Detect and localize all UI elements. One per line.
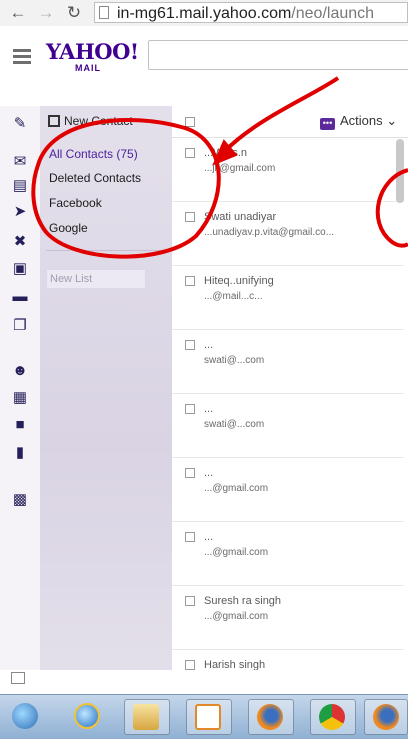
contact-name: Suresh ra singh xyxy=(204,595,282,607)
new-contact-label: New Contact xyxy=(64,114,133,128)
copy-icon[interactable]: ❐ xyxy=(12,318,28,334)
contact-name: Hiteq..unifying xyxy=(204,275,274,287)
contact-list: ••• Actions ⌄ ...Wats.n ...jk@gmail.com Sw… xyxy=(172,106,408,670)
contact-checkbox[interactable] xyxy=(185,148,195,158)
folder-all-contacts[interactable]: All Contacts (75) xyxy=(49,146,138,162)
file-explorer-icon[interactable] xyxy=(124,699,170,735)
contact-name: ...Wats.n xyxy=(204,147,247,159)
folder-icon[interactable]: ▬ xyxy=(12,289,28,305)
list-header: ••• Actions ⌄ xyxy=(172,106,408,138)
reload-icon[interactable]: ↻ xyxy=(64,3,84,23)
contact-name: ... xyxy=(204,467,214,479)
contact-email: ...@mail...c... xyxy=(204,291,263,302)
firefox-icon[interactable] xyxy=(364,699,408,735)
contact-checkbox[interactable] xyxy=(185,468,195,478)
contacts-folder-panel: New Contact All Contacts (75) Deleted Co… xyxy=(40,106,172,670)
contact-row[interactable]: ... ...@gmail.com xyxy=(172,522,404,586)
contact-checkbox[interactable] xyxy=(185,212,195,222)
back-arrow-icon[interactable]: ← xyxy=(8,3,28,23)
contact-name: ... xyxy=(204,339,214,351)
contact-row[interactable]: ... swati@...com xyxy=(172,394,404,458)
actions-button[interactable]: ••• Actions ⌄ xyxy=(320,113,398,130)
send-icon[interactable]: ➤ xyxy=(12,204,28,220)
contact-row[interactable]: ... ...@gmail.com xyxy=(172,458,404,522)
folder-facebook[interactable]: Facebook xyxy=(49,195,102,211)
contact-row[interactable]: ... swati@...com xyxy=(172,330,404,394)
chrome-icon[interactable] xyxy=(310,699,356,735)
contact-email: swati@...com xyxy=(204,355,265,366)
page-icon xyxy=(99,6,109,19)
url-path: /neo/launch xyxy=(291,5,375,22)
compose-icon[interactable]: ✎ xyxy=(12,116,28,132)
new-list-input[interactable]: New List xyxy=(46,269,146,289)
mail-icon[interactable]: ✉ xyxy=(12,154,28,170)
address-bar[interactable]: in-mg61.mail.yahoo.com/neo/launch xyxy=(94,2,408,23)
contact-row[interactable]: ...Wats.n ...jk@gmail.com xyxy=(172,138,404,202)
windows-taskbar xyxy=(0,694,408,739)
contact-name: Swati unadiyar xyxy=(204,211,277,223)
contact-row[interactable]: Harish singh xyxy=(172,650,404,670)
hamburger-menu-icon[interactable] xyxy=(13,49,31,67)
messenger-icon[interactable]: ▩ xyxy=(12,492,28,508)
new-contact-button[interactable]: New Contact xyxy=(48,113,133,129)
logo-sub: MAIL xyxy=(75,63,101,73)
calendar-icon[interactable]: ▦ xyxy=(12,390,28,406)
blocked-icon[interactable]: ✖ xyxy=(12,234,28,250)
contact-checkbox[interactable] xyxy=(185,340,195,350)
browser-toolbar: ← → ↻ in-mg61.mail.yahoo.com/neo/launch xyxy=(0,0,408,27)
folder-google[interactable]: Google xyxy=(49,220,88,236)
contact-name: ... xyxy=(204,403,214,415)
contact-checkbox[interactable] xyxy=(185,660,195,670)
url-text: in-mg61.mail.yahoo.com/neo/launch xyxy=(117,3,374,24)
app-icon-bar: ✎ ✉ ▤ ➤ ✖ ▣ ▬ ❐ ☻ ▦ ■ ▮ ▩ xyxy=(0,106,40,670)
divider xyxy=(46,250,166,251)
more-icon: ••• xyxy=(320,118,335,130)
contact-checkbox[interactable] xyxy=(185,404,195,414)
contact-email: ...@gmail.com xyxy=(204,547,269,558)
media-player-icon[interactable] xyxy=(186,699,232,735)
contacts-icon[interactable]: ■ xyxy=(12,417,28,433)
chevron-down-icon: ⌄ xyxy=(386,113,398,128)
notepad-icon[interactable]: ▮ xyxy=(12,445,28,461)
url-host: in-mg61.mail.yahoo.com xyxy=(117,5,292,22)
contact-name: Harish singh xyxy=(204,659,266,670)
contact-row[interactable]: Swati unadiyar ...unadiyav.p.vita@gmail.c… xyxy=(172,202,404,266)
new-contact-icon xyxy=(48,115,60,127)
contact-checkbox[interactable] xyxy=(185,596,195,606)
contact-email: ...jk@gmail.com xyxy=(204,163,276,174)
contact-name: ... xyxy=(204,531,214,543)
contact-email: swati@...com xyxy=(204,419,265,430)
logo-text: YAHOO! xyxy=(46,39,139,64)
folder-deleted-contacts[interactable]: Deleted Contacts xyxy=(49,170,141,186)
folders-icon[interactable]: ▤ xyxy=(12,178,28,194)
search-input[interactable] xyxy=(148,40,408,70)
smiley-icon[interactable]: ☻ xyxy=(12,363,28,379)
windows-start-icon[interactable] xyxy=(4,699,48,735)
forward-arrow-icon[interactable]: → xyxy=(36,3,56,23)
list-scrollbar[interactable] xyxy=(396,139,404,203)
image-icon[interactable] xyxy=(11,672,25,684)
contact-checkbox[interactable] xyxy=(185,532,195,542)
select-all-checkbox[interactable] xyxy=(185,117,195,127)
contact-email: ...unadiyav.p.vita@gmail.co... xyxy=(204,227,335,238)
contact-row[interactable]: Suresh ra singh ...@gmail.com xyxy=(172,586,404,650)
internet-explorer-icon[interactable] xyxy=(66,699,110,735)
contact-email: ...@gmail.com xyxy=(204,611,269,622)
contact-checkbox[interactable] xyxy=(185,276,195,286)
firefox-icon[interactable] xyxy=(248,699,294,735)
trash-icon[interactable]: ▣ xyxy=(12,261,28,277)
yahoo-mail-logo[interactable]: YAHOO! MAIL xyxy=(46,39,139,74)
contact-row[interactable]: Hiteq..unifying ...@mail...c... xyxy=(172,266,404,330)
actions-label: Actions xyxy=(340,113,383,128)
contact-email: ...@gmail.com xyxy=(204,483,269,494)
